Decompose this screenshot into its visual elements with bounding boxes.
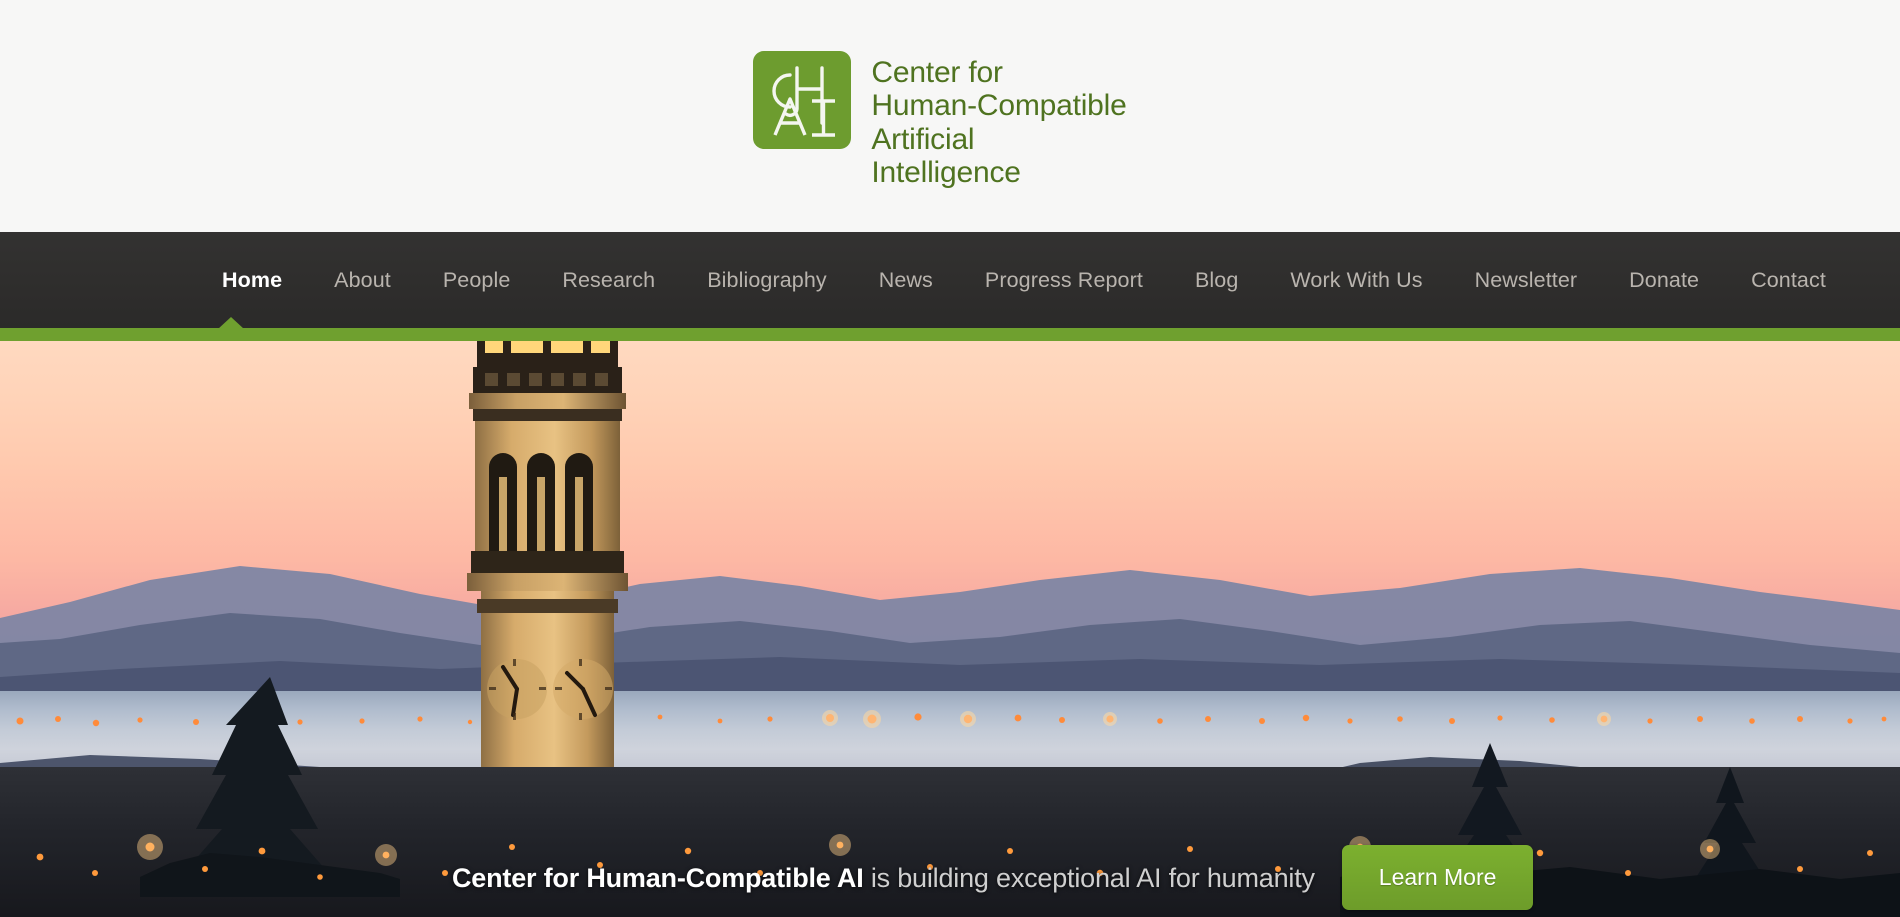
nav-item-about[interactable]: About: [308, 268, 417, 293]
hero-caption-rest: is building exceptional AI for humanity: [863, 862, 1315, 893]
site-header: Center for Human-Compatible Artificial I…: [0, 0, 1900, 232]
nav-item-blog[interactable]: Blog: [1169, 268, 1264, 293]
hero-caption-row: Center for Human-Compatible AI is buildi…: [0, 845, 1900, 910]
site-title-line-1: Center for: [871, 55, 1003, 89]
nav-item-research[interactable]: Research: [536, 268, 681, 293]
nav-item-list: Home About People Research Bibliography …: [0, 232, 1900, 328]
nav-accent-bar: [0, 328, 1900, 341]
learn-more-button[interactable]: Learn More: [1341, 845, 1534, 910]
chai-logo-icon: [753, 50, 852, 149]
nav-item-progress-report[interactable]: Progress Report: [959, 268, 1169, 293]
nav-item-people[interactable]: People: [417, 268, 537, 293]
site-title-line-4: Intelligence: [871, 156, 1021, 189]
nav-item-donate[interactable]: Donate: [1603, 268, 1725, 293]
hero-caption: Center for Human-Compatible AI is buildi…: [452, 863, 1315, 893]
nav-item-home[interactable]: Home: [196, 268, 308, 293]
nav-item-work-with-us[interactable]: Work With Us: [1264, 268, 1448, 293]
site-title: Center for Human-Compatible Artificial I…: [871, 43, 1126, 190]
nav-item-contact[interactable]: Contact: [1725, 268, 1852, 293]
site-title-line-3: Artificial: [871, 122, 975, 156]
hero-banner: [0, 341, 1900, 917]
hero-caption-bold: Center for Human-Compatible AI: [452, 862, 864, 893]
nav-item-bibliography[interactable]: Bibliography: [681, 268, 853, 293]
nav-item-newsletter[interactable]: Newsletter: [1449, 268, 1604, 293]
main-navigation: Home About People Research Bibliography …: [0, 232, 1900, 328]
logo-lockup[interactable]: Center for Human-Compatible Artificial I…: [753, 43, 1127, 190]
site-title-line-2: Human-Compatible: [871, 89, 1127, 122]
page-root: Center for Human-Compatible Artificial I…: [0, 0, 1900, 917]
nav-item-news[interactable]: News: [853, 268, 959, 293]
